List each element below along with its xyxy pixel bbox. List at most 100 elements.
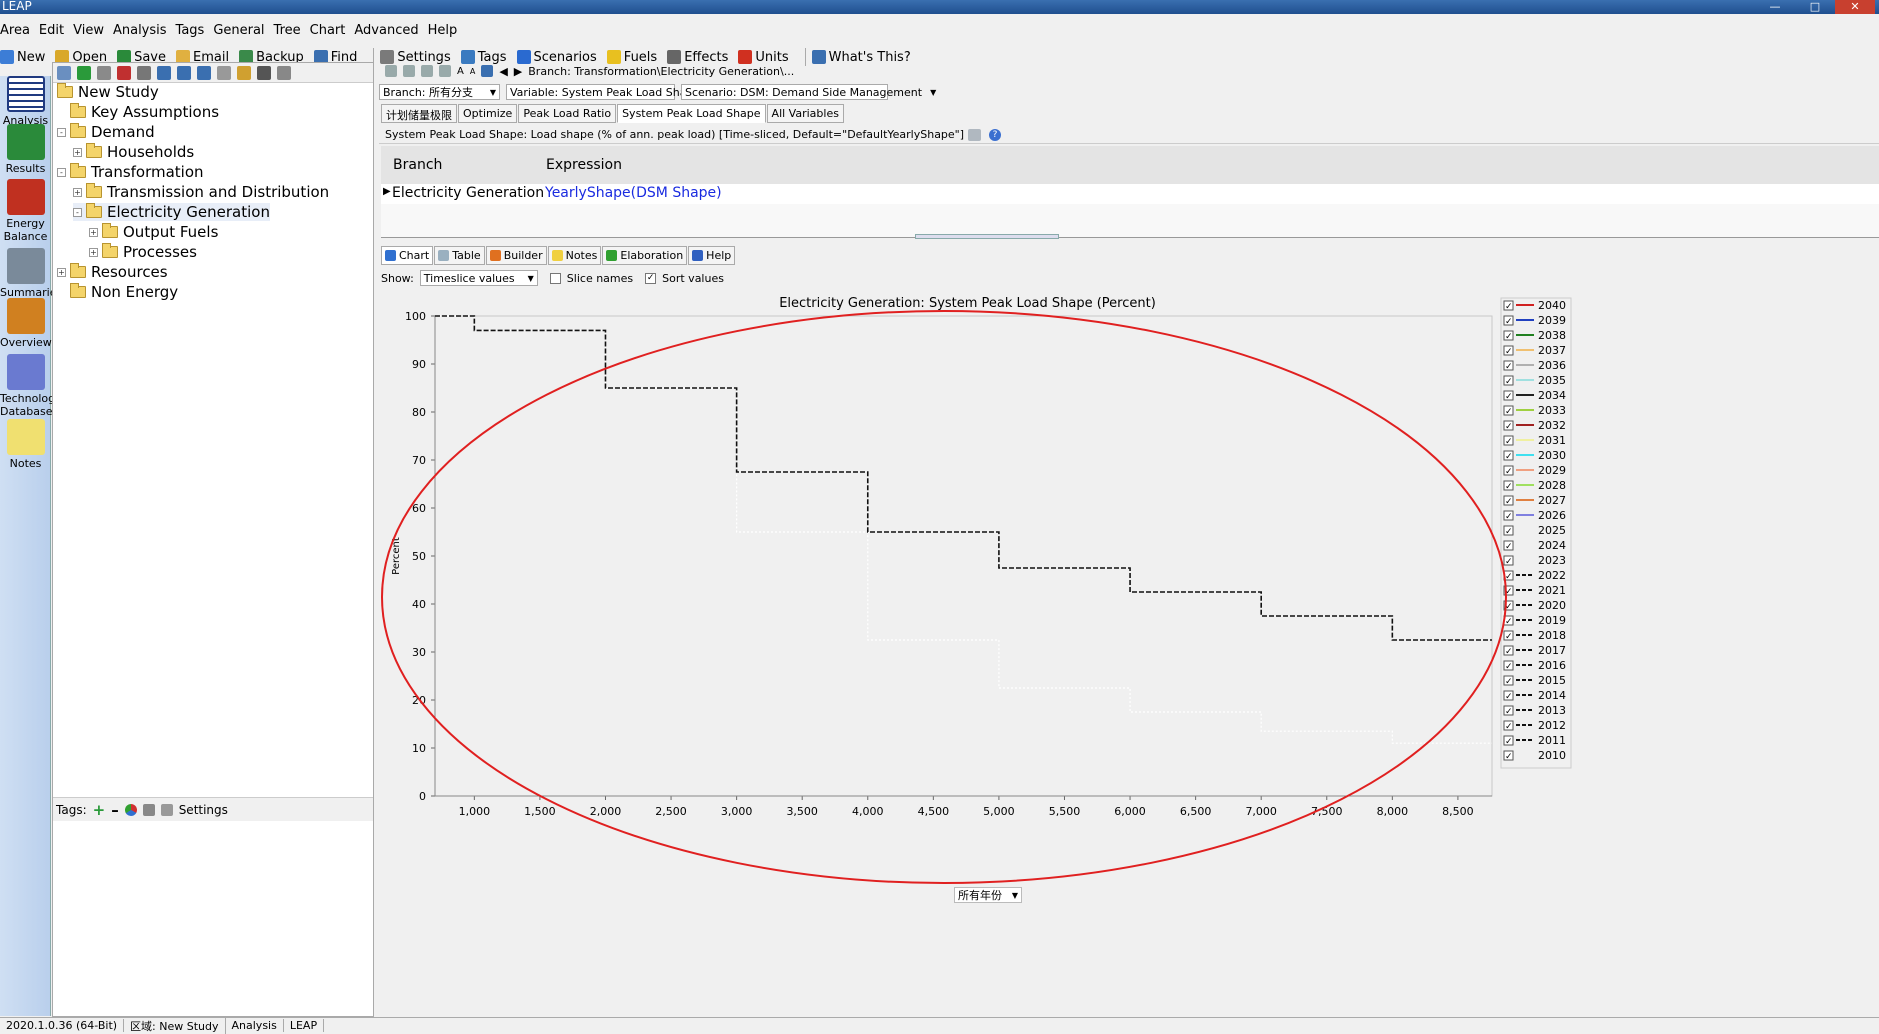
edit-description-icon[interactable]	[968, 128, 982, 141]
year-select[interactable]: 所有年份 ▼	[954, 887, 1022, 903]
expand-icon[interactable]: +	[73, 187, 82, 197]
remove-tag-icon[interactable]: –	[111, 801, 119, 819]
menu-tags[interactable]: Tags	[176, 23, 205, 38]
tree-node-processes[interactable]: + Processes	[89, 243, 197, 261]
copy-icon[interactable]	[403, 65, 415, 77]
tab-help[interactable]: Help	[688, 246, 736, 265]
tab-elaboration[interactable]: Elaboration	[602, 246, 688, 265]
lines-icon[interactable]	[137, 65, 151, 80]
delete-branch-icon[interactable]	[117, 65, 131, 80]
nav-summaries[interactable]: Summaries	[0, 248, 62, 299]
edit-branch-icon[interactable]	[97, 65, 111, 80]
var-tab-1[interactable]: Optimize	[458, 104, 518, 123]
add-tag-icon[interactable]: +	[93, 801, 106, 819]
properties-icon[interactable]	[57, 65, 71, 80]
nav-energy-balance[interactable]: Energy Balance	[0, 179, 51, 243]
menu-general[interactable]: General	[213, 23, 264, 38]
expand-icon[interactable]: +	[89, 247, 98, 257]
var-tab-3[interactable]: System Peak Load Shape	[617, 104, 766, 123]
font-smaller-icon[interactable]: A	[470, 67, 475, 76]
row-expression[interactable]: YearlyShape(DSM Shape)	[545, 185, 722, 201]
font-larger-icon[interactable]: A	[457, 66, 464, 77]
brush-icon[interactable]	[142, 803, 155, 816]
menu-view[interactable]: View	[73, 23, 104, 38]
legend-label: 2025	[1538, 524, 1566, 537]
collapse-icon[interactable]	[217, 65, 231, 80]
menu-help[interactable]: Help	[428, 23, 458, 38]
checkmark-icon: ✓	[1505, 557, 1513, 567]
back-icon[interactable]: ◀	[499, 65, 507, 78]
checkmark-icon: ✓	[1505, 422, 1513, 432]
menu-advanced[interactable]: Advanced	[354, 23, 418, 38]
nav-analysis[interactable]: Analysis	[0, 76, 51, 127]
expand-icon[interactable]	[237, 65, 251, 80]
var-tab-2[interactable]: Peak Load Ratio	[518, 104, 617, 123]
tree-node-transformation[interactable]: - Transformation	[57, 163, 204, 181]
nav-technology-database[interactable]: Technology Database	[0, 354, 62, 418]
menu-area[interactable]: Area	[0, 23, 30, 38]
export-icon[interactable]	[439, 65, 451, 77]
expand-icon[interactable]: +	[57, 267, 66, 277]
legend-label: 2039	[1538, 314, 1566, 327]
help-icon[interactable]: ?	[989, 128, 1002, 141]
sort-values-checkbox[interactable]: ✓	[645, 272, 657, 284]
tree-node-electricity-generation[interactable]: - Electricity Generation	[73, 203, 270, 221]
tree-node-non-energy[interactable]: Non Energy	[57, 283, 178, 301]
tab-notes[interactable]: Notes	[547, 246, 602, 265]
tree-node-new-study[interactable]: New Study	[57, 83, 159, 101]
variable-select[interactable]: Variable: System Peak Load Shape▼	[506, 84, 714, 100]
tree-node-key-assumptions[interactable]: Key Assumptions	[57, 103, 219, 121]
tree-node-transmission-and-distribution[interactable]: + Transmission and Distribution	[73, 183, 329, 201]
result-tabs: Chart Table Builder Notes Elaboration Help	[381, 246, 736, 265]
scenario-select[interactable]: Scenario: DSM: Demand Side Management ▼	[681, 84, 936, 100]
tag-colors-icon[interactable]	[124, 803, 137, 816]
move-down-icon[interactable]	[177, 65, 191, 80]
toolbar-new-button[interactable]: New	[0, 50, 45, 65]
outline-icon[interactable]	[197, 65, 211, 80]
var-tab-0[interactable]: 计划储量极限	[381, 104, 457, 123]
forward-icon[interactable]: ▶	[514, 65, 522, 78]
row-branch: Electricity Generation	[392, 185, 545, 201]
tree-node-resources[interactable]: + Resources	[57, 263, 168, 281]
close-button[interactable]: ✕	[1835, 0, 1875, 14]
add-branch-icon[interactable]	[77, 65, 91, 80]
cut-icon[interactable]	[385, 65, 397, 77]
collapse-icon[interactable]: -	[73, 207, 82, 217]
tab-chart[interactable]: Chart	[381, 246, 434, 265]
menu-chart[interactable]: Chart	[310, 23, 346, 38]
tag-settings-icon	[160, 803, 173, 816]
menu-analysis[interactable]: Analysis	[113, 23, 167, 38]
nav-results[interactable]: Results	[0, 124, 51, 175]
load-shape-chart[interactable]: Electricity Generation: System Peak Load…	[381, 290, 1879, 1017]
minimize-button[interactable]: —	[1755, 0, 1795, 14]
maximize-button[interactable]: □	[1795, 0, 1835, 14]
show-select[interactable]: Timeslice values ▼	[419, 270, 538, 286]
tree-node-output-fuels[interactable]: + Output Fuels	[89, 223, 218, 241]
paste-icon[interactable]	[421, 65, 433, 77]
splitter-handle[interactable]	[915, 234, 1059, 239]
expand-icon[interactable]: +	[73, 147, 82, 157]
legend-label: 2021	[1538, 584, 1566, 597]
tab-builder[interactable]: Builder	[485, 246, 547, 265]
branch-select[interactable]: Branch: 所有分支 ▼	[379, 84, 500, 100]
help-icon	[692, 250, 704, 261]
sort-icon[interactable]	[257, 65, 271, 80]
collapse-icon[interactable]: -	[57, 127, 66, 137]
tag-settings-button[interactable]: Settings	[179, 803, 228, 817]
menu-tree[interactable]: Tree	[274, 23, 301, 38]
nav-notes[interactable]: Notes	[0, 419, 51, 470]
tab-table[interactable]: Table	[434, 246, 485, 265]
collapse-icon[interactable]: -	[57, 167, 66, 177]
slice-names-checkbox[interactable]	[549, 272, 561, 284]
move-up-icon[interactable]	[157, 65, 171, 80]
tree-node-households[interactable]: + Households	[73, 143, 194, 161]
print-icon[interactable]	[277, 65, 291, 80]
tree-node-demand[interactable]: - Demand	[57, 123, 155, 141]
var-tab-4[interactable]: All Variables	[766, 104, 844, 123]
expand-icon[interactable]: +	[89, 227, 98, 237]
expression-row[interactable]: ▶ Electricity Generation YearlyShape(DSM…	[381, 184, 1879, 204]
x-tick-label: 4,000	[852, 805, 884, 818]
menu-edit[interactable]: Edit	[39, 23, 64, 38]
tree-icon[interactable]	[481, 65, 494, 77]
nav-overviews[interactable]: Overviews	[0, 298, 58, 349]
